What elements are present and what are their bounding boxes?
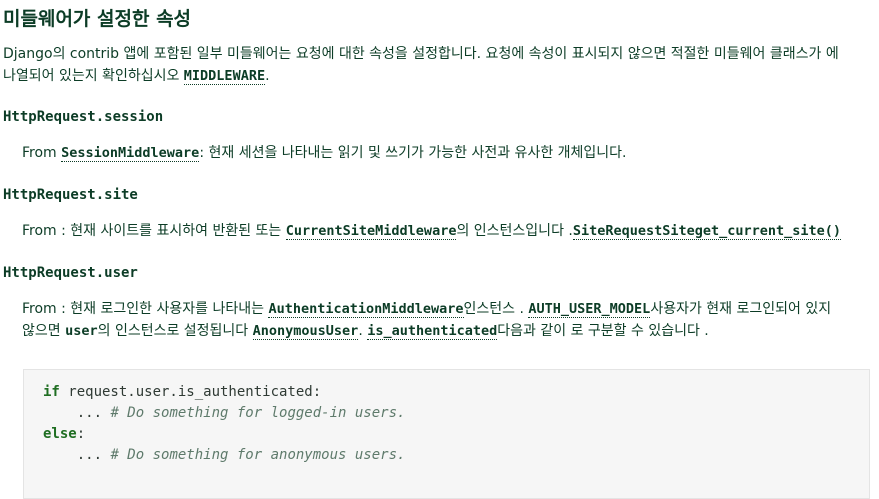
code-condition: request.user.is_authenticated:: [59, 384, 322, 400]
intro-text: Django의 contrib 앱에 포함된 일부 미들웨어는 요청에 대한 속…: [3, 46, 839, 62]
user-code: user: [65, 323, 98, 339]
code-line-1: if request.user.is_authenticated:: [43, 382, 321, 403]
code-line-4: ... # Do something for anonymous users.: [43, 445, 406, 466]
user-attr-title: HttpRequest.user: [3, 265, 138, 281]
session-description: From SessionMiddleware: 현재 세션을 나타내는 읽기 및…: [22, 142, 872, 164]
site-attr-title: HttpRequest.site: [3, 187, 138, 203]
site-description: From : 현재 사이트를 표시하여 반환된 또는 CurrentSiteMi…: [22, 220, 872, 242]
code-line-3: else:: [43, 424, 85, 445]
authentication-middleware-link[interactable]: AuthenticationMiddleware: [268, 301, 464, 318]
intro-text-2: 나열되어 있는지 확인하십시오: [3, 68, 184, 84]
keyword-if: if: [43, 384, 60, 400]
user-description: From : 현재 로그인한 사용자를 나타내는 AuthenticationM…: [22, 298, 872, 342]
user-mid3: 의 인스턴스로 설정됩니다: [97, 323, 253, 339]
code-line-2: ... # Do something for logged-in users.: [43, 403, 406, 424]
user-line2a: 않으면: [22, 323, 66, 339]
current-site-middleware-link[interactable]: CurrentSiteMiddleware: [285, 223, 457, 240]
code-ellipsis-1: ...: [43, 405, 111, 421]
user-end: 다음과 같이 로 구분할 수 있습니다 .: [497, 323, 709, 339]
intro-end: .: [265, 68, 270, 84]
intro-paragraph: Django의 contrib 앱에 포함된 일부 미들웨어는 요청에 대한 속…: [3, 43, 873, 87]
code-comment-1: # Do something for logged-in users.: [110, 405, 406, 421]
site-from: From : 현재 사이트를 표시하여 반환된 또는: [22, 223, 286, 239]
user-mid2: 사용자가 현재 로그인되어 있지: [650, 301, 832, 317]
user-sep: .: [358, 323, 368, 339]
session-rest: : 현재 세션을 나타내는 읽기 및 쓰기가 가능한 사전과 유사한 개체입니다…: [199, 145, 627, 161]
code-ellipsis-2: ...: [43, 447, 111, 463]
code-comment-2: # Do something for anonymous users.: [110, 447, 406, 463]
session-from: From: [22, 145, 62, 161]
anonymous-user-link[interactable]: AnonymousUser: [252, 323, 359, 340]
code-example: if request.user.is_authenticated: ... # …: [23, 369, 870, 499]
session-middleware-link[interactable]: SessionMiddleware: [61, 145, 200, 162]
is-authenticated-link[interactable]: is_authenticated: [367, 323, 498, 340]
get-current-site-link[interactable]: SiteRequestSiteget_current_site(): [572, 223, 842, 240]
auth-user-model-link[interactable]: AUTH_USER_MODEL: [528, 301, 651, 318]
keyword-else: else: [43, 426, 77, 442]
code-colon: :: [76, 426, 86, 442]
site-mid: 의 인스턴스입니다 .: [456, 223, 573, 239]
session-attr-title: HttpRequest.session: [3, 109, 164, 125]
section-heading: 미들웨어가 설정한 속성: [3, 8, 192, 30]
user-from: From : 현재 로그인한 사용자를 나타내는: [22, 301, 269, 317]
middleware-link[interactable]: MIDDLEWARE: [183, 68, 266, 85]
user-mid1: 인스턴스 .: [463, 301, 529, 317]
